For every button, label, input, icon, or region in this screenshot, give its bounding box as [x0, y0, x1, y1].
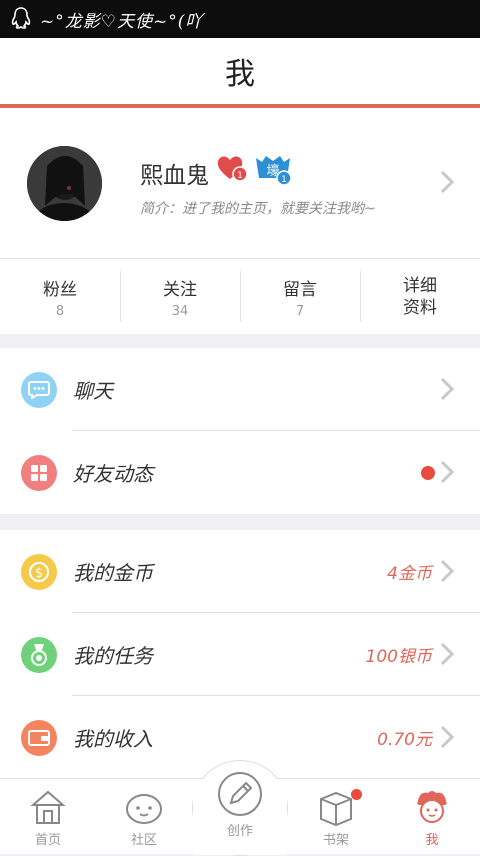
menu-item-label: 好友动态: [73, 462, 153, 486]
stat-messages[interactable]: 留言 7: [240, 259, 360, 334]
status-text: ~°龙影♡天使~°(吖: [40, 11, 204, 32]
tab-create[interactable]: 创作: [192, 768, 288, 854]
stat-label: 粉丝: [43, 279, 77, 300]
tab-label: 首页: [34, 833, 61, 848]
tab-label: 社区: [130, 833, 157, 848]
stat-value: 34: [171, 303, 189, 319]
page-title: 我: [225, 57, 255, 92]
menu-item-label: 我的任务: [73, 644, 153, 668]
qq-icon: [11, 7, 31, 29]
stat-details[interactable]: 详细资料: [360, 259, 480, 334]
stats-bar: 粉丝 8 关注 34 留言 7 详细资料: [0, 258, 480, 334]
silver-coin-value: 100银币: [365, 647, 432, 667]
pen-icon: [218, 772, 262, 816]
stat-label: 详细资料: [403, 275, 437, 318]
bookshelf-icon: [320, 791, 352, 827]
menu-item-label: 聊天: [73, 379, 113, 403]
stat-following[interactable]: 关注 34: [120, 259, 240, 334]
menu-item-gold-coins[interactable]: $ 我的金币 4金币: [0, 530, 480, 613]
menu-item-tasks[interactable]: 我的任务 100银币: [0, 613, 480, 696]
home-icon: [30, 790, 66, 824]
menu-group-social: 聊天 好友动态: [0, 348, 480, 514]
chevron-right-icon: [440, 725, 454, 749]
community-icon: [126, 794, 162, 824]
profile-intro: 简介：进了我的主页，就要关注我哟~: [140, 201, 376, 217]
me-icon: [417, 791, 447, 823]
tab-community[interactable]: 社区: [96, 779, 192, 854]
chevron-right-icon: [440, 377, 454, 401]
profile-card[interactable]: 熙血鬼 1 壕 1 简介：进了我的主页，就要关注我哟~: [0, 108, 480, 258]
profile-name: 熙血鬼: [140, 163, 209, 189]
header: 我: [0, 38, 480, 104]
vip-badge-count: 1: [281, 175, 287, 185]
tab-home[interactable]: 首页: [0, 779, 96, 854]
chat-icon: [21, 371, 57, 408]
heart-badge-count: 1: [237, 171, 243, 181]
stat-label: 留言: [283, 279, 317, 300]
vip-badge: 壕 1: [254, 152, 292, 186]
avatar[interactable]: [27, 146, 102, 221]
menu-item-chat[interactable]: 聊天: [0, 348, 480, 431]
heart-badge: 1: [216, 152, 248, 184]
stat-fans[interactable]: 粉丝 8: [0, 259, 120, 334]
menu-item-label: 我的金币: [73, 561, 153, 585]
income-value: 0.70元: [377, 730, 432, 750]
medal-icon: [21, 636, 57, 673]
chevron-right-icon: [440, 559, 454, 583]
menu-item-label: 我的收入: [73, 727, 153, 751]
stat-value: 8: [55, 303, 65, 319]
menu-item-friend-feed[interactable]: 好友动态: [0, 431, 480, 514]
chevron-right-icon: [440, 170, 454, 194]
heart-icon: 1: [217, 156, 248, 182]
stat-value: 7: [295, 303, 305, 319]
notification-dot: [351, 789, 362, 800]
tab-label: 创作: [226, 824, 253, 839]
notification-dot: [421, 465, 435, 480]
grid-icon: [21, 454, 57, 491]
status-bar: ~°龙影♡天使~°(吖: [0, 0, 480, 38]
wallet-icon: [21, 719, 57, 756]
coin-icon: $: [21, 553, 57, 590]
tab-me[interactable]: 我: [384, 779, 480, 854]
vip-icon: 壕 1: [256, 156, 292, 186]
tab-label: 我: [425, 833, 439, 848]
tab-label: 书架: [322, 833, 349, 848]
chevron-right-icon: [440, 642, 454, 666]
menu-group-wallet: $ 我的金币 4金币 我的任务 100银币 我的收入 0.70元: [0, 530, 480, 779]
chevron-right-icon: [440, 460, 454, 484]
svg-text:$: $: [35, 566, 43, 581]
tab-bookshelf[interactable]: 书架: [288, 779, 384, 854]
stat-label: 关注: [163, 279, 197, 300]
gold-coin-value: 4金币: [387, 564, 432, 584]
